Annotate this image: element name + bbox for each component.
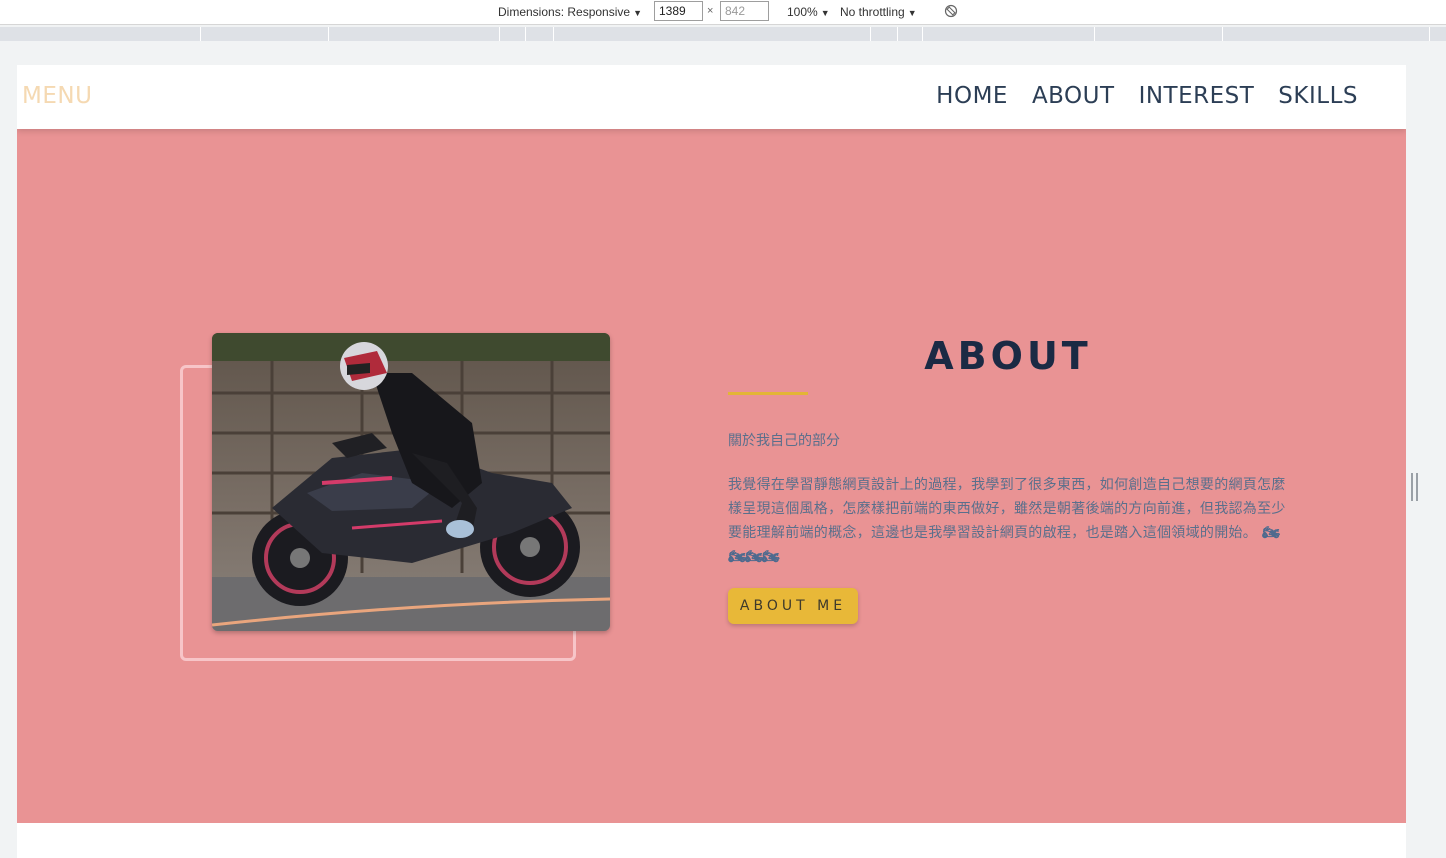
width-input[interactable]: 1389 <box>654 1 703 21</box>
throttling-dropdown[interactable]: No throttling ▼ <box>840 5 917 19</box>
media-query-bar[interactable] <box>0 27 1446 41</box>
about-body-text: 我覺得在學習靜態網頁設計上的過程，我學到了很多東西，如何創造自己想要的網頁怎麼樣… <box>728 477 1286 541</box>
media-query-divider <box>1222 27 1223 41</box>
dimensions-dropdown[interactable]: Dimensions: Responsive ▼ <box>498 5 642 19</box>
media-query-divider <box>553 27 554 41</box>
height-input[interactable]: 842 <box>720 1 769 21</box>
media-query-divider <box>922 27 923 41</box>
about-section: ABOUT 關於我自己的部分 我覺得在學習靜態網頁設計上的過程，我學到了很多東西… <box>17 129 1406 823</box>
site-navbar: MENU HOME ABOUT INTEREST SKILLS <box>17 65 1406 129</box>
nav-link-home[interactable]: HOME <box>936 83 1008 109</box>
throttling-label: No throttling <box>840 5 905 19</box>
media-query-divider <box>897 27 898 41</box>
devtools-device-toolbar: Dimensions: Responsive ▼ 1389 × 842 100% ▼… <box>0 0 1446 25</box>
nav-links: HOME ABOUT INTEREST SKILLS <box>936 83 1358 109</box>
rotate-icon[interactable] <box>944 4 958 18</box>
dimensions-label: Dimensions: Responsive <box>498 5 631 19</box>
about-subtitle: 關於我自己的部分 <box>728 433 840 449</box>
media-query-divider <box>1094 27 1095 41</box>
zoom-dropdown[interactable]: 100% ▼ <box>787 5 830 19</box>
chevron-down-icon: ▼ <box>633 8 642 18</box>
device-viewport: MENU HOME ABOUT INTEREST SKILLS ABOUT 關於… <box>17 65 1406 858</box>
nav-link-interest[interactable]: INTEREST <box>1139 83 1255 109</box>
chevron-down-icon: ▼ <box>907 8 917 18</box>
media-query-divider <box>525 27 526 41</box>
nav-link-about[interactable]: ABOUT <box>1032 83 1115 109</box>
media-query-divider <box>870 27 871 41</box>
media-query-divider <box>1429 27 1430 41</box>
media-query-divider <box>499 27 500 41</box>
viewport-resize-handle[interactable] <box>1411 473 1418 501</box>
about-body: 我覺得在學習靜態網頁設計上的過程，我學到了很多東西，如何創造自己想要的網頁怎麼樣… <box>728 473 1290 569</box>
media-query-divider <box>200 27 201 41</box>
times-separator: × <box>707 5 714 17</box>
menu-logo[interactable]: MENU <box>22 83 92 109</box>
about-title: ABOUT <box>924 334 1092 378</box>
chevron-down-icon: ▼ <box>820 8 830 18</box>
media-query-divider <box>328 27 329 41</box>
zoom-label: 100% <box>787 5 818 19</box>
nav-link-skills[interactable]: SKILLS <box>1278 83 1358 109</box>
title-underline <box>728 392 808 395</box>
motorcycle-photo <box>212 333 610 631</box>
about-me-button[interactable]: ABOUT ME <box>728 588 858 624</box>
